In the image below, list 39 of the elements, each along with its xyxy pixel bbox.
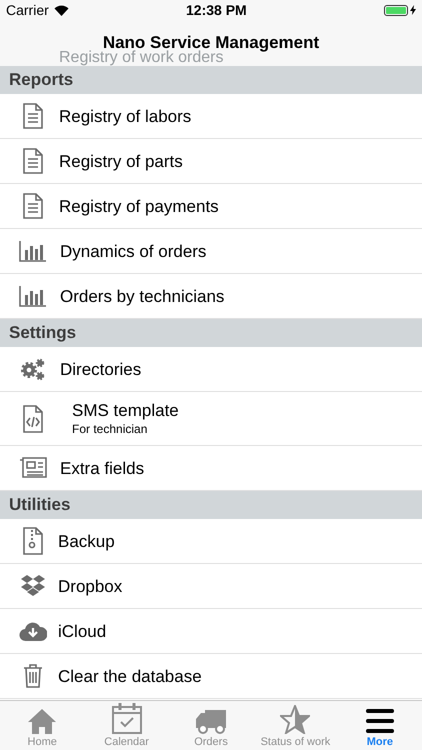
row-label: Directories	[60, 358, 142, 380]
row-label: Registry of parts	[59, 150, 183, 172]
row-label: Registry of payments	[59, 196, 219, 216]
row-label: iCloud	[58, 620, 106, 642]
section-header: Settings	[9, 322, 76, 344]
bar-chart-icon	[19, 285, 47, 307]
house-icon	[27, 708, 58, 734]
bar-chart-icon	[19, 240, 47, 262]
battery-icon	[384, 4, 416, 16]
calendar-icon	[110, 702, 143, 734]
gears-icon	[20, 357, 46, 381]
carrier-label: Carrier	[6, 0, 49, 20]
star-icon	[280, 705, 310, 734]
row-subtitle: For technician	[72, 421, 148, 437]
newspaper-icon	[19, 457, 47, 479]
row-label: Registry of labors	[59, 106, 192, 126]
tab-bar-item[interactable]: More	[338, 701, 422, 750]
row-label: SMS template	[72, 400, 179, 421]
clock: 12:38 PM	[186, 0, 247, 20]
section-header: Utilities	[9, 494, 70, 516]
cloud-download-icon	[19, 620, 47, 642]
truck-icon	[195, 708, 228, 734]
menu-icon	[364, 708, 395, 734]
row-label: Dynamics of orders	[60, 240, 206, 262]
section-header: Reports	[9, 69, 74, 92]
code-file-icon	[22, 404, 44, 432]
row-label: Extra fields	[60, 458, 144, 478]
document-icon	[22, 148, 44, 174]
open-box-icon	[20, 574, 46, 598]
row-label: Dropbox	[58, 576, 122, 596]
zip-file-icon	[22, 527, 44, 555]
row-label: Backup	[58, 530, 115, 552]
document-icon	[22, 103, 44, 129]
document-icon	[22, 193, 44, 219]
trash-icon	[23, 664, 43, 688]
scrolled-row-label: Registry of work orders	[59, 49, 224, 66]
wifi-icon	[54, 4, 69, 16]
row-label: Clear the database	[58, 666, 202, 686]
row-label: Orders by technicians	[60, 286, 224, 306]
